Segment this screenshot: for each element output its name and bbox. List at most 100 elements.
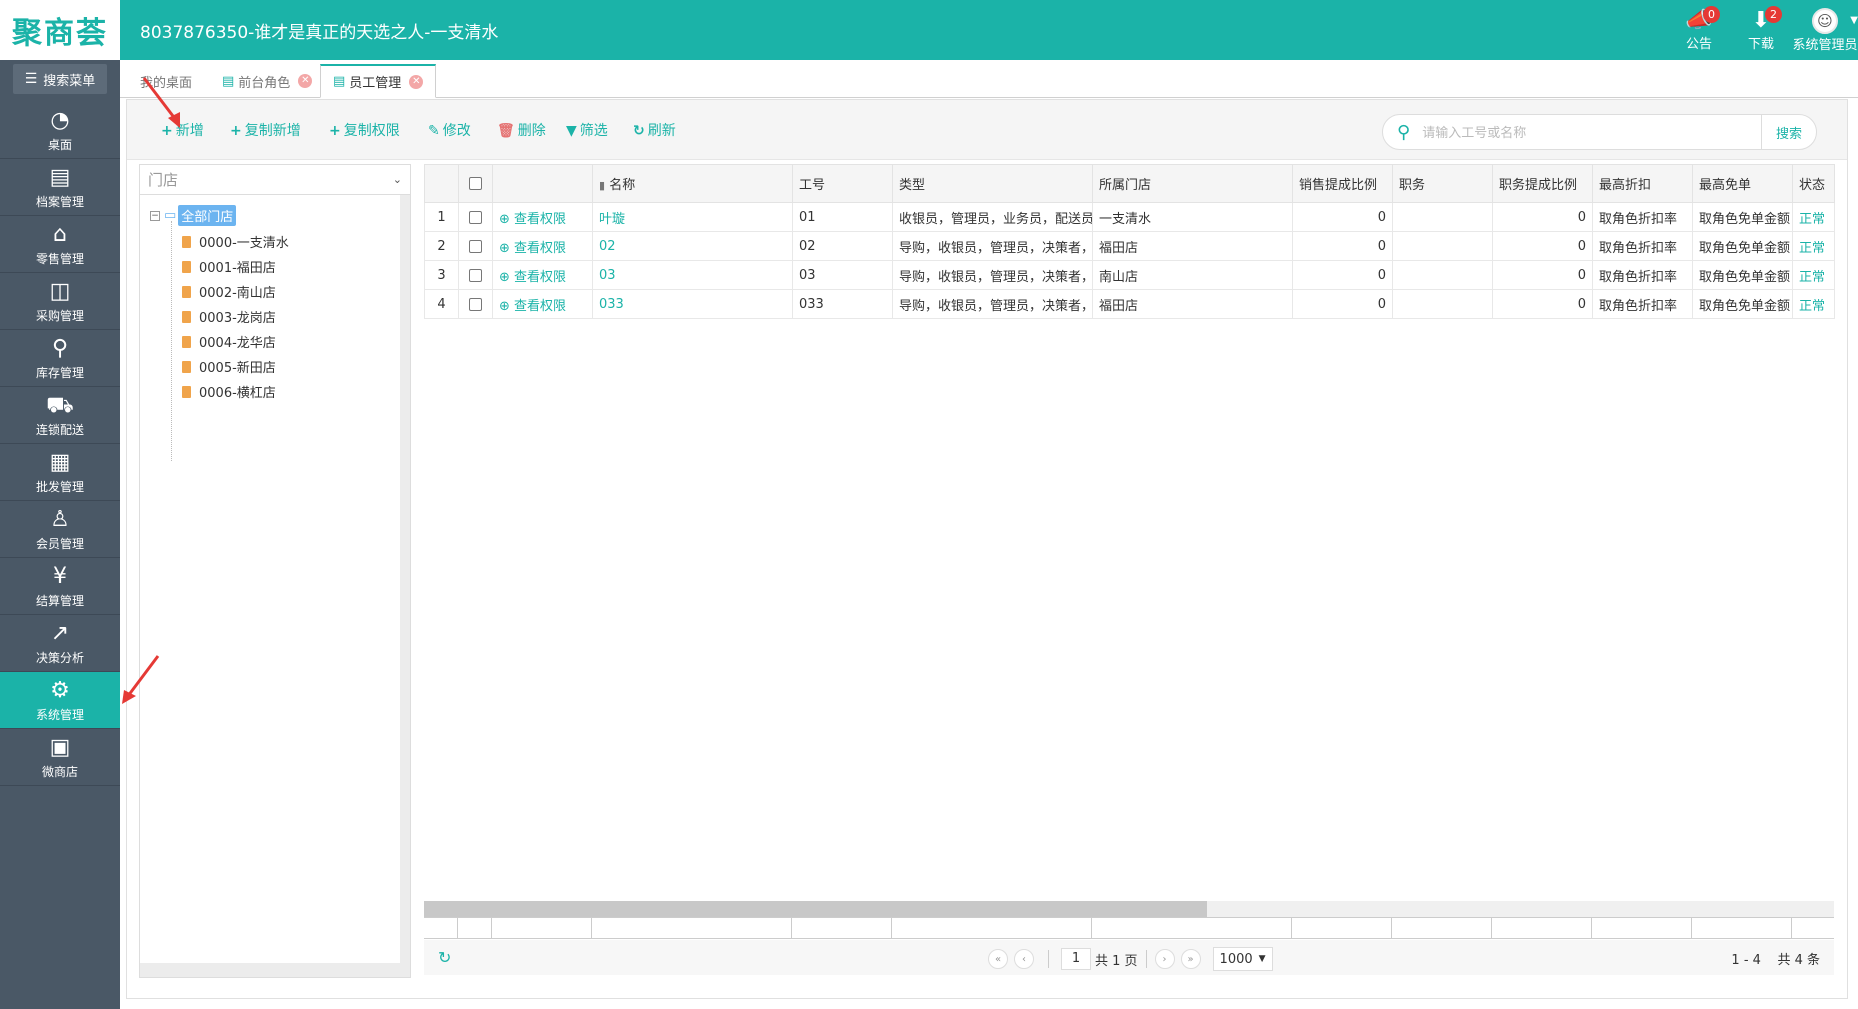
sidebar-item-microshop[interactable]: ▣ 微商店 xyxy=(0,729,120,786)
last-page-icon[interactable]: » xyxy=(1180,949,1201,969)
search-menu-label: 搜索菜单 xyxy=(43,73,96,89)
view-permission-link[interactable]: ⊕ 查看权限 xyxy=(492,231,593,261)
copy-permission-button[interactable]: + 复制权限 xyxy=(329,120,400,140)
tree-node[interactable]: 0003-龙岗店 xyxy=(182,307,276,326)
name-cell[interactable]: 03 xyxy=(592,260,793,290)
column-header-max-free[interactable]: 最高免单 xyxy=(1692,164,1793,203)
search-input[interactable] xyxy=(1422,124,1761,140)
pager-refresh-icon[interactable]: ↻ xyxy=(438,948,451,967)
sidebar-item-analytics[interactable]: ↗ 决策分析 xyxy=(0,615,120,672)
tab-front-role[interactable]: ▤ 前台角色 ✕ xyxy=(210,64,324,98)
filter-button[interactable]: ▼ 筛选 xyxy=(566,120,608,140)
tree-root[interactable]: − ▭ 全部门店 xyxy=(150,205,237,226)
search-icon: ⚲ xyxy=(1397,121,1411,143)
delete-button[interactable]: 🗑 删除 xyxy=(497,120,546,140)
status-cell[interactable]: 正常 xyxy=(1792,260,1835,290)
tree-node[interactable]: 0004-龙华店 xyxy=(182,332,276,351)
collapse-icon[interactable]: − xyxy=(150,210,160,221)
sidebar-item-system[interactable]: ⚙ 系统管理 xyxy=(0,672,120,729)
tree-node[interactable]: 0002-南山店 xyxy=(182,282,276,301)
column-header-position[interactable]: 职务 xyxy=(1392,164,1493,203)
grid-horizontal-scrollbar[interactable] xyxy=(424,901,1834,917)
scroll-thumb[interactable] xyxy=(424,901,1207,917)
column-header-sales-rate[interactable]: 销售提成比例 xyxy=(1292,164,1393,203)
list-icon: ▤ xyxy=(222,73,235,89)
search-menu-button[interactable]: ☰ 搜索菜单 xyxy=(13,64,107,94)
sidebar-item-distribution[interactable]: ⛟ 连锁配送 xyxy=(0,387,120,444)
menu-search-icon: ☰ xyxy=(24,71,38,87)
pager-info: 1 - 4 共 4 条 xyxy=(1731,949,1820,968)
column-header-max-discount[interactable]: 最高折扣 xyxy=(1592,164,1693,203)
name-cell[interactable]: 033 xyxy=(592,289,793,319)
tree-horizontal-scrollbar[interactable] xyxy=(140,963,400,977)
list-icon: ▤ xyxy=(333,74,346,89)
sidebar-item-desktop[interactable]: ◔ 桌面 xyxy=(0,102,120,159)
sidebar-item-inventory[interactable]: ⚲ 库存管理 xyxy=(0,330,120,387)
row-checkbox[interactable] xyxy=(469,268,482,282)
first-page-icon[interactable]: « xyxy=(988,949,1008,969)
column-header-code[interactable]: 工号 xyxy=(792,164,893,203)
table-row[interactable]: 3 ⊕ 查看权限 03 03 导购，收银员，管理员，决策者， 南山店 0 0 取角色折扣率 取角色… xyxy=(424,260,1835,290)
tab-my-desktop[interactable]: 我的桌面 xyxy=(128,64,204,98)
row-checkbox[interactable] xyxy=(469,210,482,224)
table-row[interactable]: 2 ⊕ 查看权限 02 02 导购，收银员，管理员，决策者， 福田店 0 0 取角色折扣率 取角色… xyxy=(424,231,1835,261)
column-header-position-rate[interactable]: 职务提成比例 xyxy=(1492,164,1593,203)
column-header-status[interactable]: 状态 xyxy=(1792,164,1835,203)
sidebar-item-label: 微商店 xyxy=(41,764,78,779)
total-pages-label: 共 1 页 xyxy=(1095,953,1138,969)
column-header-type[interactable]: 类型 xyxy=(892,164,1093,203)
notice-button[interactable]: 📣 公告 0 xyxy=(1668,0,1730,60)
type-cell: 导购，收银员，管理员，决策者， xyxy=(892,231,1093,261)
search-button[interactable]: 搜索 xyxy=(1761,115,1816,149)
add-button[interactable]: + 新增 xyxy=(161,120,204,140)
status-cell[interactable]: 正常 xyxy=(1792,231,1835,261)
table-row[interactable]: 1 ⊕ 查看权限 叶璇 01 收银员，管理员，业务员，配送员 一支清水 0 0 取角色折扣率 取角… xyxy=(424,202,1835,232)
column-header-store[interactable]: 所属门店 xyxy=(1092,164,1293,203)
position-rate-cell: 0 xyxy=(1492,260,1593,290)
row-checkbox[interactable] xyxy=(469,297,482,311)
view-permission-link[interactable]: ⊕ 查看权限 xyxy=(492,202,593,232)
permission-header xyxy=(492,164,593,203)
name-cell[interactable]: 叶璇 xyxy=(592,202,793,232)
sidebar-item-wholesale[interactable]: ▦ 批发管理 xyxy=(0,444,120,501)
table-row[interactable]: 4 ⊕ 查看权限 033 033 导购，收银员，管理员，决策者， 福田店 0 0 取角色折扣率取… xyxy=(424,289,1835,319)
page-size-select[interactable]: 1000 ▼ xyxy=(1212,947,1273,971)
tab-staff-management[interactable]: ▤ 员工管理 ✕ xyxy=(320,64,437,98)
app-logo[interactable]: 聚商荟 xyxy=(0,0,120,60)
close-icon[interactable]: ✕ xyxy=(409,74,424,89)
name-cell[interactable]: 02 xyxy=(592,231,793,261)
max-free-cell: 取角色免单金额 xyxy=(1692,231,1793,261)
prev-page-icon[interactable]: ‹ xyxy=(1014,949,1034,969)
tree-node[interactable]: 0006-横杠店 xyxy=(182,382,276,401)
sidebar-item-label: 连锁配送 xyxy=(35,422,84,437)
view-permission-link[interactable]: ⊕ 查看权限 xyxy=(492,260,593,290)
store-select[interactable]: 门店 ⌄ xyxy=(140,165,410,195)
row-checkbox[interactable] xyxy=(469,239,482,253)
edit-button[interactable]: ✎ 修改 xyxy=(428,120,471,140)
refresh-button[interactable]: ↻ 刷新 xyxy=(633,120,676,140)
tree-node[interactable]: 0005-新田店 xyxy=(182,357,276,376)
next-page-icon[interactable]: › xyxy=(1154,949,1175,969)
type-cell: 收银员，管理员，业务员，配送员 xyxy=(892,202,1093,232)
sidebar-item-settlement[interactable]: ¥ 结算管理 xyxy=(0,558,120,615)
page-number-input[interactable]: 1 xyxy=(1061,948,1091,970)
sales-rate-cell: 0 xyxy=(1292,289,1393,319)
view-permission-link[interactable]: ⊕ 查看权限 xyxy=(492,289,593,319)
tree-node[interactable]: 0001-福田店 xyxy=(182,257,276,276)
tree-node[interactable]: 0000-一支清水 xyxy=(182,232,289,251)
toolbar: +新增 +复制新增 +复制权限 ✎修改 🗑删除 ▼筛选 ↻刷新 ⚲ 搜索 xyxy=(127,100,1847,160)
user-menu-button[interactable]: ☺ 系统管理员 ▼ xyxy=(1792,0,1858,60)
select-all-checkbox[interactable] xyxy=(469,177,482,190)
sidebar-item-member[interactable]: ♙ 会员管理 xyxy=(0,501,120,558)
tree-vertical-scrollbar[interactable] xyxy=(400,195,410,977)
sidebar-item-retail[interactable]: ⌂ 零售管理 xyxy=(0,216,120,273)
download-button[interactable]: ⬇ 下载 2 xyxy=(1730,0,1792,60)
status-cell[interactable]: 正常 xyxy=(1792,202,1835,232)
sidebar-item-purchase[interactable]: ◫ 采购管理 xyxy=(0,273,120,330)
close-icon[interactable]: ✕ xyxy=(298,74,313,88)
sidebar-item-archive[interactable]: ▤ 档案管理 xyxy=(0,159,120,216)
download-badge: 2 xyxy=(1765,6,1782,23)
column-header-name[interactable]: ▮ 名称 xyxy=(592,164,793,203)
status-cell[interactable]: 正常 xyxy=(1792,289,1835,319)
copy-add-button[interactable]: + 复制新增 xyxy=(230,120,301,140)
